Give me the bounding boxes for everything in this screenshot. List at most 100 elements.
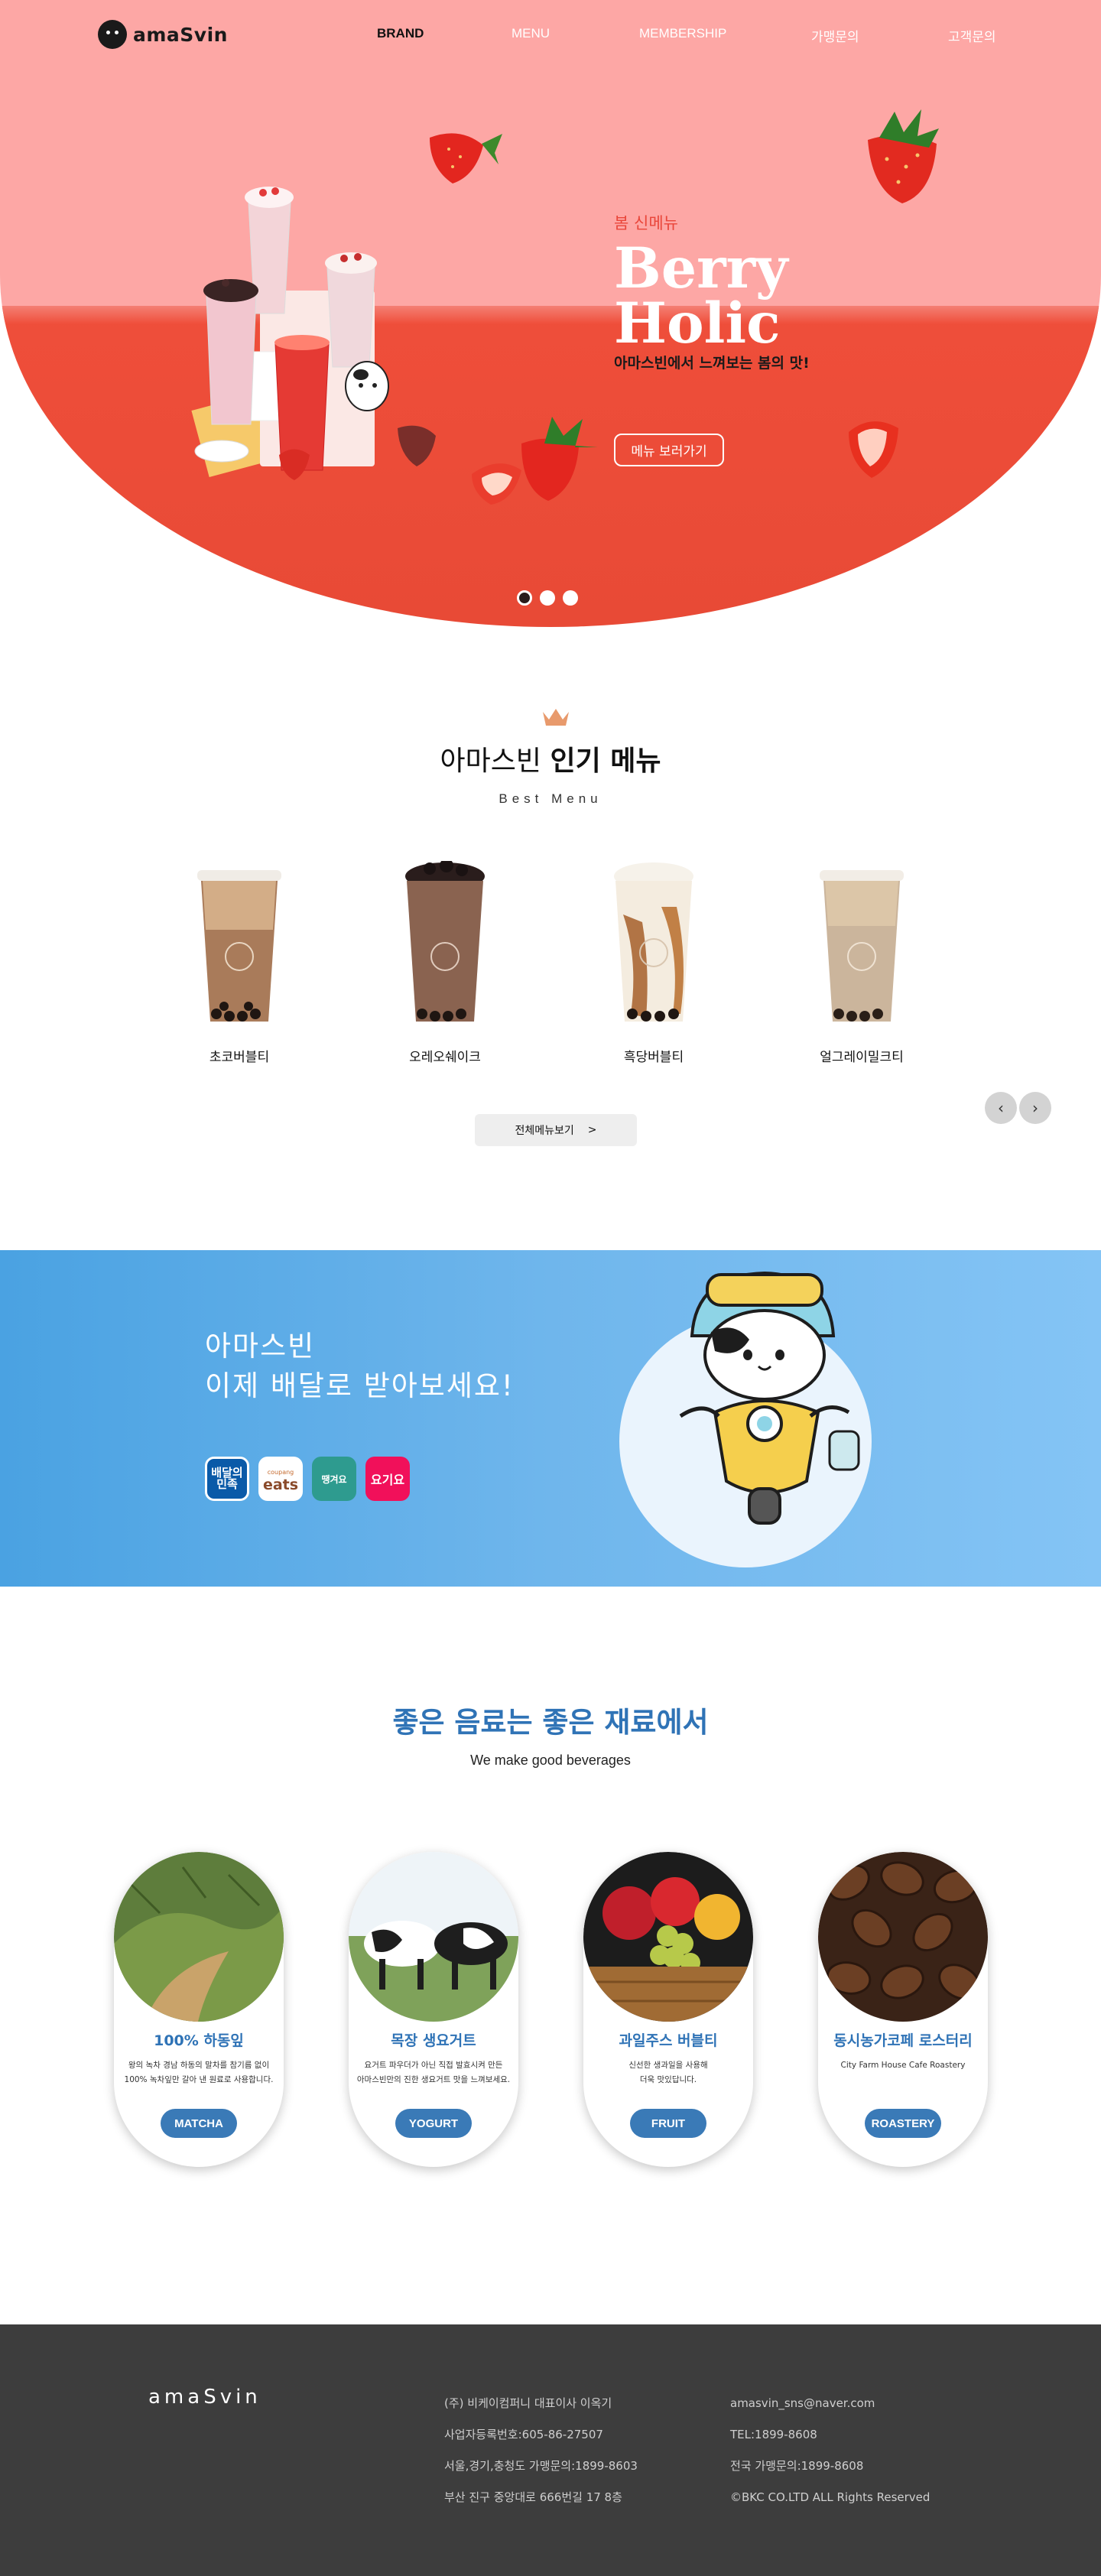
menu-item-image — [820, 870, 904, 1022]
logo-icon — [98, 20, 127, 49]
footer-logo: amaSvin — [148, 2386, 261, 2409]
footer-contact-info: amasvin_sns@naver.com TEL:1899-8608 전국 가… — [730, 2388, 930, 2513]
hero-subtitle: 아마스빈에서 느껴보는 봄의 맛! — [614, 355, 810, 372]
menu-next-button[interactable]: › — [1019, 1092, 1051, 1124]
delivery-title-line2: 이제 배달로 받아보세요! — [205, 1369, 515, 1402]
menu-item[interactable]: 초코버블티 — [163, 853, 300, 1067]
menu-item-image — [405, 861, 485, 1022]
menu-item-image — [197, 870, 281, 1022]
baemin-app-icon[interactable]: 배달의민족 — [205, 1457, 249, 1501]
footer-copyright: ©BKC CO.LTD ALL Rights Reserved — [730, 2490, 930, 2504]
ingredient-desc-line1: City Farm House Cafe Roastery — [840, 2061, 966, 2070]
menu-prev-button[interactable]: ‹ — [985, 1092, 1017, 1124]
yogurt-button[interactable]: YOGURT — [395, 2109, 472, 2138]
strawberry-icon — [849, 421, 898, 478]
menu-item-name: 오레오쉐이크 — [409, 1050, 481, 1065]
matcha-button[interactable]: MATCHA — [161, 2109, 237, 2138]
ingredient-desc: 왕의 녹차 경남 하동의 말차를 참기름 없이 100% 녹차잎만 갈아 낸 원… — [122, 2058, 276, 2087]
ingredient-card: 목장 생요거트 요거트 파우더가 아닌 직접 발효시켜 만든 아마스빈만의 진한… — [349, 1852, 518, 2167]
nav-membership[interactable]: MEMBERSHIP — [639, 26, 726, 41]
delivery-rider-illustration — [679, 1271, 860, 1525]
ingredient-card: 100% 하동잎 왕의 녹차 경남 하동의 말차를 참기름 없이 100% 녹차… — [114, 1852, 284, 2167]
best-menu-subtitle: Best Menu — [499, 791, 602, 806]
menu-item-name: 초코버블티 — [209, 1050, 270, 1065]
ingredient-card: 동시농가코페 로스터리 City Farm House Cafe Roaster… — [818, 1852, 988, 2167]
top-nav: amaSvin BRAND MENU MEMBERSHIP 가맹문의 고객문의 — [0, 0, 1101, 69]
slider-dot-1[interactable] — [517, 590, 532, 606]
coupang-eats-app-icon[interactable]: coupang eats — [258, 1457, 303, 1501]
fruit-button[interactable]: FRUIT — [630, 2109, 706, 2138]
logo-text: amaSvin — [133, 23, 228, 46]
delivery-section: 아마스빈 이제 배달로 받아보세요! 배달의민족 coupang eats 땡겨… — [0, 1250, 1101, 1587]
ingredient-desc: 요거트 파우더가 아닌 직접 발효시켜 만든 아마스빈만의 진한 생요거트 맛을… — [356, 2058, 511, 2087]
best-menu-title: 아마스빈 인기 메뉴 — [0, 739, 1101, 778]
menu-item[interactable]: 흑당버블티 — [577, 853, 715, 1067]
ingredient-desc-line1: 신선한 생과일을 사용해 — [628, 2061, 708, 2070]
green-tea-leaves-image — [114, 1852, 284, 2022]
roastery-button[interactable]: ROASTERY — [865, 2109, 941, 2138]
nav-franchise[interactable]: 가맹문의 — [811, 26, 859, 45]
ingredient-desc-line1: 요거트 파우더가 아닌 직접 발효시켜 만든 — [364, 2061, 503, 2070]
strawberry-icon — [472, 417, 598, 505]
ingredient-desc-line2: 아마스빈만의 진한 생요거트 맛을 느껴보세요. — [356, 2075, 511, 2084]
hero-band — [0, 306, 1101, 324]
slider-dot-3[interactable] — [563, 590, 578, 606]
nav-customer[interactable]: 고객문의 — [948, 26, 996, 45]
footer-tel: TEL:1899-8608 — [730, 2428, 817, 2441]
all-menu-label: 전체메뉴보기 — [515, 1125, 574, 1137]
menu-item-image — [614, 862, 693, 1022]
ingredient-desc: City Farm House Cafe Roastery — [826, 2058, 980, 2073]
chevron-right-icon: > — [587, 1124, 597, 1136]
footer-address: 부산 진구 중앙대로 666번길 17 8층 — [444, 2490, 622, 2504]
brand-logo[interactable]: amaSvin — [98, 20, 228, 49]
footer-national-phone: 전국 가맹문의:1899-8608 — [730, 2459, 864, 2473]
all-menu-button[interactable]: 전체메뉴보기 > — [475, 1114, 637, 1146]
nav-brand[interactable]: BRAND — [377, 26, 424, 41]
footer-email[interactable]: amasvin_sns@naver.com — [730, 2388, 930, 2419]
ingredients-subtitle: We make good beverages — [470, 1753, 631, 1768]
ingredient-desc-line2: 더욱 맛있답니다. — [639, 2075, 697, 2084]
coupang-eats-label: eats — [262, 1476, 299, 1493]
ingredient-name: 동시농가코페 로스터리 — [833, 2032, 973, 2049]
hero-background — [0, 0, 1101, 627]
ingredient-desc-line1: 왕의 녹차 경남 하동의 말차를 참기름 없이 — [128, 2061, 270, 2070]
footer-ceo: (주) 비케이컴퍼니 대표이사 이옥기 — [444, 2396, 612, 2410]
hero-section: amaSvin BRAND MENU MEMBERSHIP 가맹문의 고객문의 — [0, 0, 1101, 635]
slider-dots — [517, 590, 578, 606]
ingredient-name: 과일주스 버블티 — [619, 2032, 718, 2049]
delivery-title-line1: 아마스빈 — [205, 1330, 316, 1363]
footer-company-info: (주) 비케이컴퍼니 대표이사 이옥기 사업자등록번호:605-86-27507… — [444, 2388, 638, 2513]
ingredient-name: 100% 하동잎 — [154, 2032, 244, 2049]
coffee-beans-image — [818, 1852, 988, 2022]
ddangyo-app-icon[interactable]: 땡겨요 — [312, 1457, 356, 1501]
ingredient-name: 목장 생요거트 — [391, 2032, 476, 2049]
hero-title-line2: Holic — [614, 291, 781, 356]
dairy-cows-image — [349, 1852, 518, 2022]
menu-item-name: 얼그레이밀크티 — [820, 1050, 904, 1065]
ingredient-desc: 신선한 생과일을 사용해 더욱 맛있답니다. — [591, 2058, 745, 2087]
footer-business-number: 사업자등록번호:605-86-27507 — [444, 2428, 603, 2441]
menu-item[interactable]: 얼그레이밀크티 — [785, 853, 923, 1067]
view-menu-button[interactable]: 메뉴 보러가기 — [614, 434, 724, 466]
best-title-bold: 인기 메뉴 — [550, 746, 661, 777]
delivery-title: 아마스빈 이제 배달로 받아보세요! — [205, 1327, 515, 1406]
footer: amaSvin (주) 비케이컴퍼니 대표이사 이옥기 사업자등록번호:605-… — [0, 2324, 1101, 2576]
hero-drinks-illustration — [191, 187, 436, 480]
strawberry-icon — [868, 109, 939, 203]
ingredient-card: 과일주스 버블티 신선한 생과일을 사용해 더욱 맛있답니다. FRUIT — [583, 1852, 753, 2167]
hero-tag: 봄 신메뉴 — [614, 214, 678, 232]
ingredient-desc-line2: 100% 녹차잎만 갈아 낸 원료로 사용합니다. — [124, 2075, 274, 2084]
slider-dot-2[interactable] — [540, 590, 555, 606]
footer-franchise-phone: 서울,경기,충청도 가맹문의:1899-8603 — [444, 2459, 638, 2473]
best-title-light: 아마스빈 — [440, 746, 541, 777]
menu-item-name: 흑당버블티 — [623, 1050, 684, 1065]
crown-icon — [543, 709, 569, 726]
delivery-apps: 배달의민족 coupang eats 땡겨요 요기요 — [205, 1457, 410, 1501]
menu-item[interactable]: 오레오쉐이크 — [369, 853, 506, 1067]
ingredients-title: 좋은 음료는 좋은 재료에서 — [392, 1706, 709, 1739]
fruit-basket-image — [583, 1852, 753, 2022]
hero-title: Berry Holic — [614, 236, 859, 356]
hero-title-line1: Berry — [614, 236, 788, 301]
nav-menu[interactable]: MENU — [512, 26, 550, 41]
yogiyo-app-icon[interactable]: 요기요 — [365, 1457, 410, 1501]
